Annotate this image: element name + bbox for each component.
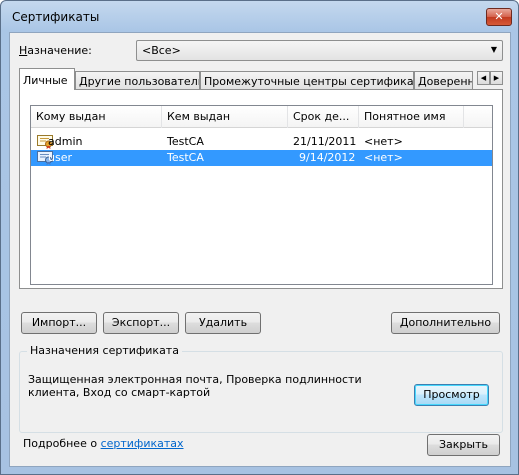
tab-panel-personal: Кому выдан Кем выдан Срок де... Понятное… — [19, 89, 503, 289]
tab-strip: Личные Другие пользователи Промежуточные… — [19, 68, 503, 90]
certificate-purposes-text: Защищенная электронная почта, Проверка п… — [28, 373, 362, 399]
export-button[interactable]: Экспорт... — [103, 312, 179, 334]
certificates-link[interactable]: сертификатах — [101, 437, 184, 450]
more-info-prefix: Подробнее о — [23, 437, 101, 450]
cell-issued-to: admin — [48, 135, 83, 148]
purpose-dropdown-value: <Все> — [142, 44, 181, 57]
purpose-label: Назначение: — [19, 44, 92, 57]
column-issued-by[interactable]: Кем выдан — [162, 106, 288, 128]
cell-expiration: 9/14/2012 — [299, 151, 356, 164]
column-expiration[interactable]: Срок де... — [288, 106, 359, 128]
delete-button[interactable]: Удалить — [185, 312, 261, 334]
window-title: Сертификаты — [12, 10, 100, 24]
cell-issued-by: TestCA — [167, 135, 204, 148]
close-button[interactable]: Закрыть — [427, 434, 500, 456]
column-issued-to[interactable]: Кому выдан — [31, 106, 162, 128]
list-header: Кому выдан Кем выдан Срок де... Понятное… — [31, 106, 492, 128]
table-row[interactable]: user TestCA 9/14/2012 <нет> — [31, 150, 492, 166]
table-row[interactable]: admin TestCA 21/11/2011 <нет> — [31, 134, 492, 150]
cell-expiration: 21/11/2011 — [293, 135, 357, 148]
certificates-dialog: Сертификаты ✕ Назначение: <Все> ▼ Личные… — [0, 0, 519, 475]
tab-intermediate-ca[interactable]: Промежуточные центры сертификации — [200, 71, 414, 89]
cell-issued-by: TestCA — [167, 151, 204, 164]
cell-friendly-name: <нет> — [364, 151, 403, 164]
tab-other-people[interactable]: Другие пользователи — [75, 71, 200, 89]
advanced-button[interactable]: Дополнительно — [391, 312, 500, 334]
more-info-text: Подробнее о сертификатах — [23, 437, 184, 450]
tab-trusted-root[interactable]: Доверенн — [414, 71, 473, 89]
certificate-purposes-group: Назначения сертификата Защищенная электр… — [19, 344, 503, 433]
view-button[interactable]: Просмотр — [414, 384, 489, 406]
certificate-list[interactable]: Кому выдан Кем выдан Срок де... Понятное… — [30, 105, 493, 285]
tab-scroll-right-icon[interactable]: ▶ — [490, 71, 503, 85]
dialog-client-area: Назначение: <Все> ▼ Личные Другие пользо… — [9, 32, 511, 467]
chevron-down-icon: ▼ — [490, 45, 497, 54]
purpose-dropdown[interactable]: <Все> ▼ — [136, 40, 503, 61]
column-friendly-name[interactable]: Понятное имя — [359, 106, 464, 128]
import-button[interactable]: Импорт... — [21, 312, 97, 334]
group-title: Назначения сертификата — [27, 344, 182, 357]
cell-issued-to: user — [48, 151, 72, 164]
title-bar[interactable]: Сертификаты ✕ — [1, 1, 518, 33]
tab-scroll-left-icon[interactable]: ◀ — [477, 71, 490, 85]
cell-friendly-name: <нет> — [364, 135, 403, 148]
tab-personal[interactable]: Личные — [19, 68, 75, 90]
purpose-label-rest: азначение: — [27, 44, 92, 57]
close-window-button[interactable]: ✕ — [486, 8, 512, 26]
